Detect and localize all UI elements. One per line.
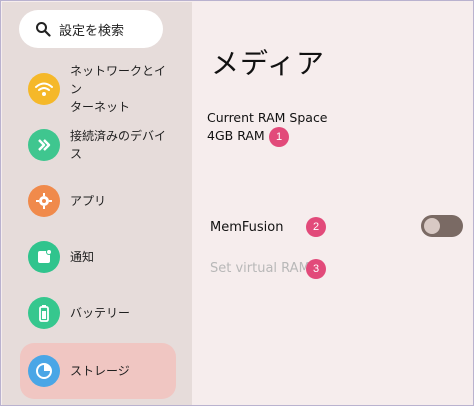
search-placeholder: 設定を検索 xyxy=(59,23,125,39)
sidebar-item-label: 接続済みのデバイス xyxy=(70,129,167,161)
main-content: メディア Current RAM Space 4GB RAM 1 MemFusi… xyxy=(192,2,472,404)
sidebar-item-label: 通知 xyxy=(70,250,95,264)
search-icon xyxy=(35,21,51,37)
sidebar-item-apps[interactable]: アプリ xyxy=(20,174,176,228)
settings-sidebar: 設定を検索 ネットワークとイン ターネット 接続済みのデバイス アプリ 通知 バ… xyxy=(2,2,192,405)
apps-icon xyxy=(28,185,60,217)
search-bar[interactable]: 設定を検索 xyxy=(19,10,163,48)
annotation-badge-3: 3 xyxy=(306,259,326,279)
annotation-badge-2: 2 xyxy=(306,217,326,237)
ram-space-value: 4GB RAM xyxy=(207,128,265,143)
memfusion-toggle[interactable] xyxy=(421,215,463,237)
sidebar-item-notifications[interactable]: 通知 xyxy=(20,230,176,284)
toggle-knob xyxy=(424,218,440,234)
notifications-icon xyxy=(28,241,60,273)
wifi-icon xyxy=(28,73,60,105)
sidebar-item-label: バッテリー xyxy=(70,306,131,320)
sidebar-item-label: ネットワークとイン xyxy=(70,64,167,96)
page-title: メディア xyxy=(211,47,326,80)
sidebar-item-label: ターネット xyxy=(70,100,131,114)
sidebar-item-label: ストレージ xyxy=(70,364,130,378)
ram-space-title: Current RAM Space xyxy=(207,110,328,125)
screen: 設定を検索 ネットワークとイン ターネット 接続済みのデバイス アプリ 通知 バ… xyxy=(0,0,474,406)
sidebar-item-label: アプリ xyxy=(70,194,107,208)
sidebar-item-battery[interactable]: バッテリー xyxy=(20,286,176,340)
devices-icon xyxy=(28,129,60,161)
set-virtual-ram-label[interactable]: Set virtual RAM xyxy=(210,261,310,276)
sidebar-item-network[interactable]: ネットワークとイン ターネット xyxy=(20,62,176,116)
storage-icon xyxy=(28,355,60,387)
sidebar-item-storage[interactable]: ストレージ xyxy=(20,343,176,399)
annotation-badge-1: 1 xyxy=(269,127,289,147)
battery-icon xyxy=(28,297,60,329)
sidebar-item-connected-devices[interactable]: 接続済みのデバイス xyxy=(20,118,176,172)
memfusion-label[interactable]: MemFusion xyxy=(210,220,283,235)
